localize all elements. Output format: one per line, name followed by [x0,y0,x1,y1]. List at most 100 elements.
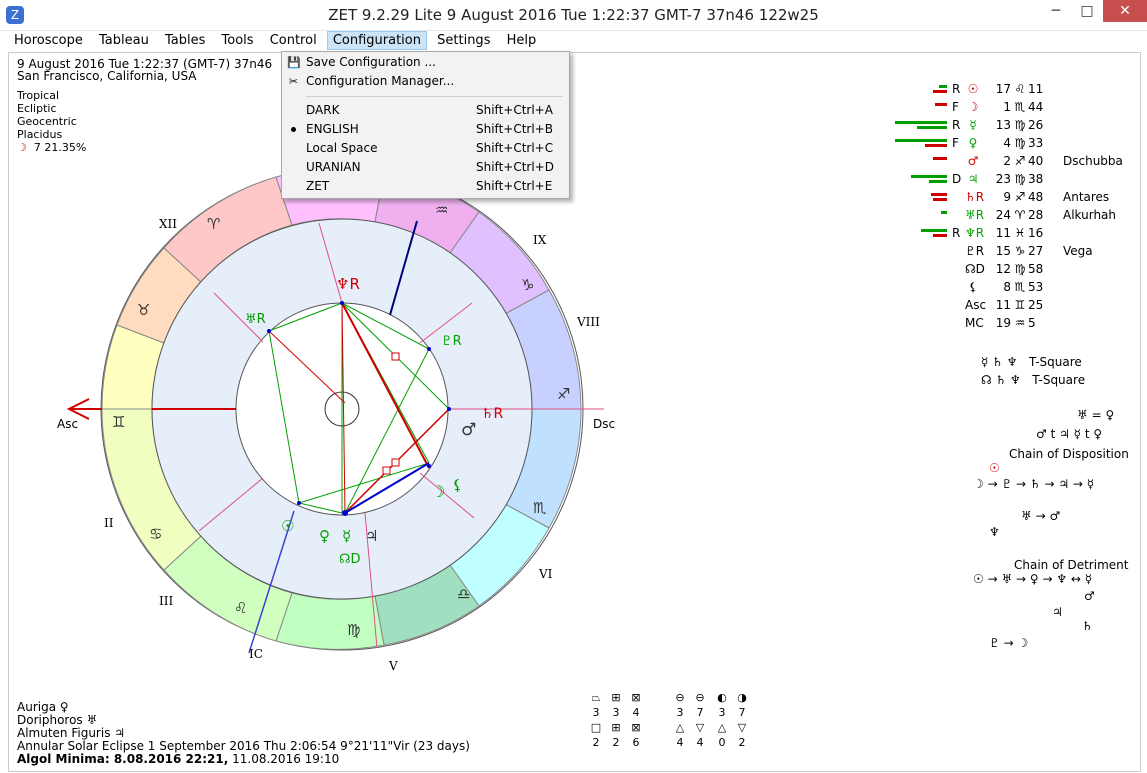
sign-aries-glyph: ♈ [207,215,220,233]
menu-tables[interactable]: Tables [159,31,211,50]
element-count: 2 [738,736,746,749]
element-count: 7 [696,706,704,719]
menu-control[interactable]: Control [264,31,323,50]
planet-sign: ♌ [1014,82,1026,96]
sign-virgo-glyph: ♍ [347,621,360,639]
planet-glyph: ☊D [965,262,985,276]
strength-bar [925,144,947,147]
menu-settings[interactable]: Settings [431,31,496,50]
planet-min: 28 [1028,208,1044,222]
planet-sign: ♏ [1014,100,1026,114]
dsc-label: Dsc [593,417,615,431]
moon-glyph: ☽ [431,482,445,501]
auriga-info: Auriga ♀ [17,700,69,714]
config-item-shortcut: Shift+Ctrl+A [476,103,553,117]
planet-glyph: ♆R [965,226,985,240]
house-ix-label: IX [533,233,547,247]
planet-sign: ♍ [1014,118,1026,132]
menu-configuration[interactable]: Configuration [326,31,427,50]
menu-horoscope[interactable]: Horoscope [8,31,89,50]
element-symbol-icon: ▽ [695,721,705,734]
strength-bars [895,154,947,168]
planet-star: Dschubba [1063,154,1123,168]
menu-tools[interactable]: Tools [216,31,260,50]
strength-bars [895,316,947,330]
planet-deg: 13 [995,118,1011,132]
planet-deg: 11 [995,226,1011,240]
strength-bars [895,280,947,294]
saturn-glyph: ♄R [481,406,504,422]
element-count: 3 [612,706,620,719]
planet-rf: R [952,118,961,132]
element-symbol-icon: ⊞ [611,691,621,704]
chain-detriment-title: Chain of Detriment [1014,558,1129,572]
chain-disposition-title: Chain of Disposition [1009,447,1129,461]
minimize-button[interactable]: ─ [1041,0,1071,22]
planet-glyph: MC [965,316,984,330]
element-count: 0 [718,736,726,749]
strength-bars [895,208,947,222]
sign-capricorn-glyph: ♑ [521,276,534,294]
configuration-manager-label: Configuration Manager... [306,74,455,88]
element-symbol-icon: △ [675,721,685,734]
strength-bar [933,157,947,160]
node-glyph: ☊D [339,552,361,567]
element-symbol-icon: ⊞ [611,721,621,734]
menu-tableau[interactable]: Tableau [93,31,155,50]
planet-star: Antares [1063,190,1110,204]
planet-sign: ♐ [1014,154,1026,168]
planet-min: 58 [1028,262,1044,276]
menu-help[interactable]: Help [501,31,543,50]
planet-sign: ♈ [1014,208,1026,222]
chain-detriment-line1: ☉ → ♅ → ♀ → ♆ ↔ ☿ [973,572,1093,586]
planet-rf: R [952,82,961,96]
uranus-glyph: ♅R [245,312,266,327]
selected-bullet-icon [291,127,296,132]
planet-min: 11 [1028,82,1044,96]
strength-bar [911,175,947,178]
config-item-label: ENGLISH [306,122,359,136]
sign-libra-glyph: ♎ [457,585,470,603]
sign-aquarius-glyph: ♒ [435,201,448,219]
planet-deg: 2 [1003,154,1011,168]
pattern-label: T-Square [1028,355,1082,369]
planet-min: 33 [1028,136,1044,150]
eclipse-info: Annular Solar Eclipse 1 September 2016 T… [17,739,470,753]
almuten-info: Almuten Figuris ♃ [17,726,126,740]
close-button[interactable]: ✕ [1103,0,1147,22]
config-item-english[interactable]: ENGLISH Shift+Ctrl+B [282,120,569,139]
pluto-glyph: ♇R [441,334,462,349]
config-item-shortcut: Shift+Ctrl+E [476,179,553,193]
config-item-shortcut: Shift+Ctrl+B [476,122,553,136]
config-item-uranian[interactable]: URANIAN Shift+Ctrl+D [282,158,569,177]
planet-sign: ♏ [1014,280,1026,294]
planet-glyph: ⚸ [968,280,978,294]
element-count: 3 [676,706,684,719]
tools-icon: ✂ [288,75,299,88]
maximize-button[interactable]: □ [1072,0,1102,22]
save-configuration-label: Save Configuration ... [306,55,436,69]
title-bar: Z ZET 9.2.29 Lite 9 August 2016 Tue 1:22… [0,0,1147,31]
planet-deg: 11 [995,298,1011,312]
planet-glyph: ☿ [969,118,977,132]
chain-detriment-line2: ♃ [1052,605,1063,619]
configuration-manager-item[interactable]: ✂ Configuration Manager... [282,72,569,91]
save-configuration-item[interactable]: 💾 Save Configuration ... [282,53,569,72]
strength-bar [917,126,947,129]
mutual-reception-2: ♂ t ♃ ☿ t ♀ [1036,427,1103,441]
doriphoros-info: Doriphoros ♅ [17,713,98,727]
config-item-zet[interactable]: ZET Shift+Ctrl+E [282,177,569,196]
planet-glyph: ♀ [968,136,978,150]
planet-deg: 24 [995,208,1011,222]
planet-min: 26 [1028,118,1044,132]
strength-bars [895,262,947,276]
chain-disposition-sun: ☉ [989,461,1000,475]
planet-rf: D [952,172,962,186]
lilith-glyph: ⚸ [452,476,463,494]
config-item-dark[interactable]: DARK Shift+Ctrl+A [282,101,569,120]
planet-glyph: ☉ [967,82,979,96]
house-vi-label: VI [538,567,553,581]
config-item-local-space[interactable]: Local Space Shift+Ctrl+C [282,139,569,158]
element-count: 2 [592,736,600,749]
venus-glyph: ♀ [319,527,330,545]
